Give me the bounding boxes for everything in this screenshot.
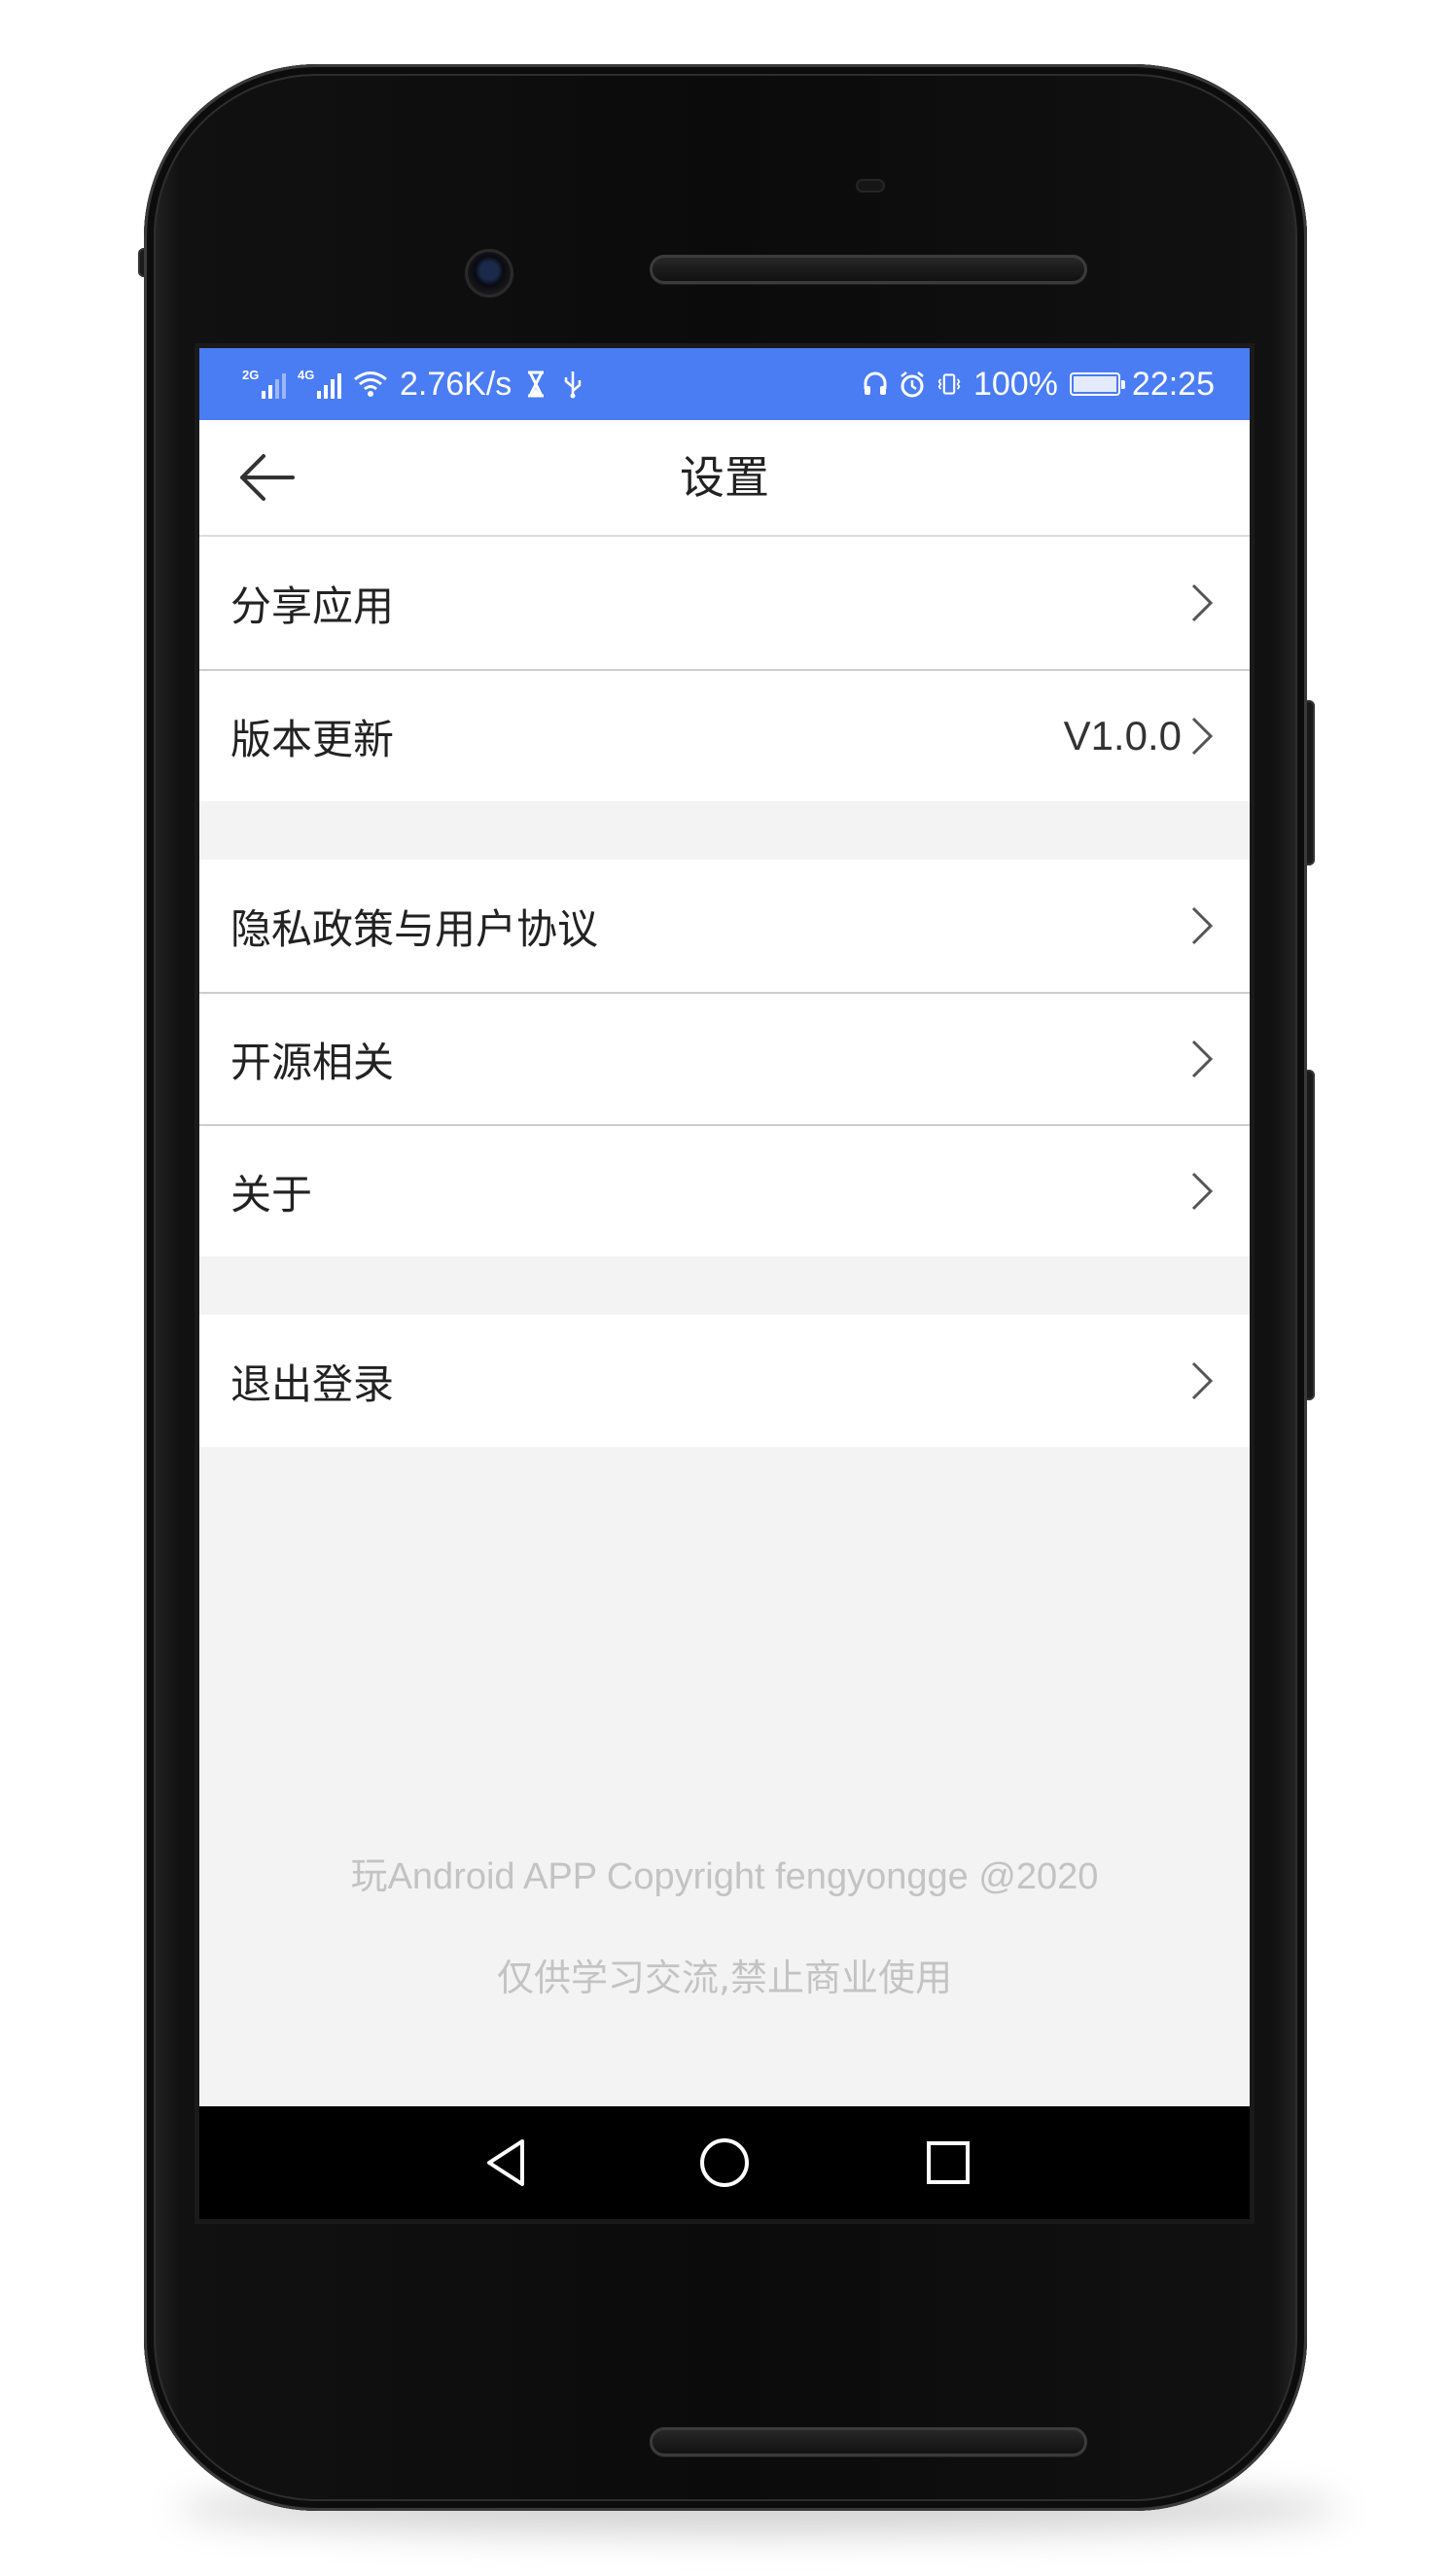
chevron-right-icon <box>1191 1172 1214 1211</box>
sim1-network-type: 2G <box>242 368 260 382</box>
chevron-right-icon <box>1191 906 1214 945</box>
copyright-text: 玩Android APP Copyright fengyongge @2020 <box>350 1856 1099 1897</box>
vibrate-icon <box>937 373 961 395</box>
settings-group-1: 分享应用 版本更新 V1.0.0 <box>199 537 1250 801</box>
privacy-policy-label: 隐私政策与用户协议 <box>230 904 599 953</box>
wifi-icon <box>354 371 387 397</box>
open-source-label: 开源相关 <box>230 1038 395 1086</box>
chevron-right-icon <box>1191 717 1214 756</box>
recents-square-icon[interactable] <box>919 2134 977 2192</box>
settings-group-2: 隐私政策与用户协议 开源相关 关于 <box>199 860 1250 1256</box>
navigation-bar <box>199 2106 1250 2219</box>
privacy-policy-row[interactable]: 隐私政策与用户协议 <box>199 860 1250 992</box>
version-update-row[interactable]: 版本更新 V1.0.0 <box>199 669 1250 801</box>
status-bar-left: 2G 4G 2.76K/s <box>242 366 585 404</box>
earpiece-speaker <box>650 255 1087 284</box>
usb-icon <box>565 371 582 399</box>
alarm-icon <box>901 371 924 398</box>
chevron-right-icon <box>1191 583 1214 622</box>
headset-icon <box>864 371 887 395</box>
network-speed: 2.76K/s <box>400 365 512 403</box>
about-label: 关于 <box>230 1170 313 1218</box>
open-source-row[interactable]: 开源相关 <box>199 992 1250 1124</box>
stage: 2G 4G 2.76K/s 100% 22:25 设置 分享应用 版本更新 V1… <box>0 0 1449 2576</box>
version-value: V1.0.0 <box>1063 713 1182 759</box>
phone-screen: 2G 4G 2.76K/s 100% 22:25 设置 分享应用 版本更新 V1… <box>199 348 1250 2219</box>
bottom-speaker <box>650 2427 1087 2456</box>
settings-list: 分享应用 版本更新 V1.0.0 隐私政策与用户协议 开源相关 关于 退出登录 <box>199 537 1250 1447</box>
hourglass-icon <box>528 371 545 398</box>
chevron-right-icon <box>1191 1040 1214 1078</box>
logout-row[interactable]: 退出登录 <box>199 1315 1250 1447</box>
front-camera-icon <box>465 249 513 298</box>
sim2-network-type: 4G <box>298 368 315 382</box>
logout-label: 退出登录 <box>230 1359 395 1408</box>
battery-percentage: 100% <box>972 365 1058 403</box>
status-bar: 2G 4G 2.76K/s 100% 22:25 <box>199 348 1250 420</box>
back-triangle-icon[interactable] <box>477 2134 536 2192</box>
home-circle-icon[interactable] <box>695 2134 754 2192</box>
signal-icon: 4G <box>298 368 341 399</box>
sensor-icon <box>856 179 885 193</box>
share-app-label: 分享应用 <box>230 582 395 630</box>
page-title: 设置 <box>680 451 769 504</box>
section-divider <box>199 801 1250 860</box>
clock-time: 22:25 <box>1131 365 1215 403</box>
about-row[interactable]: 关于 <box>199 1124 1250 1256</box>
chevron-right-icon <box>1191 1361 1214 1400</box>
status-bar-right: 100% 22:25 <box>863 366 1215 404</box>
version-update-label: 版本更新 <box>230 715 395 763</box>
section-divider <box>199 1256 1250 1315</box>
share-app-row[interactable]: 分享应用 <box>199 537 1250 669</box>
signal-icon: 2G <box>242 368 286 399</box>
battery-charging-icon <box>1069 372 1125 396</box>
settings-group-3: 退出登录 <box>199 1315 1250 1447</box>
usage-note: 仅供学习交流,禁止商业使用 <box>496 1957 953 1999</box>
toolbar: 设置 <box>199 420 1250 537</box>
